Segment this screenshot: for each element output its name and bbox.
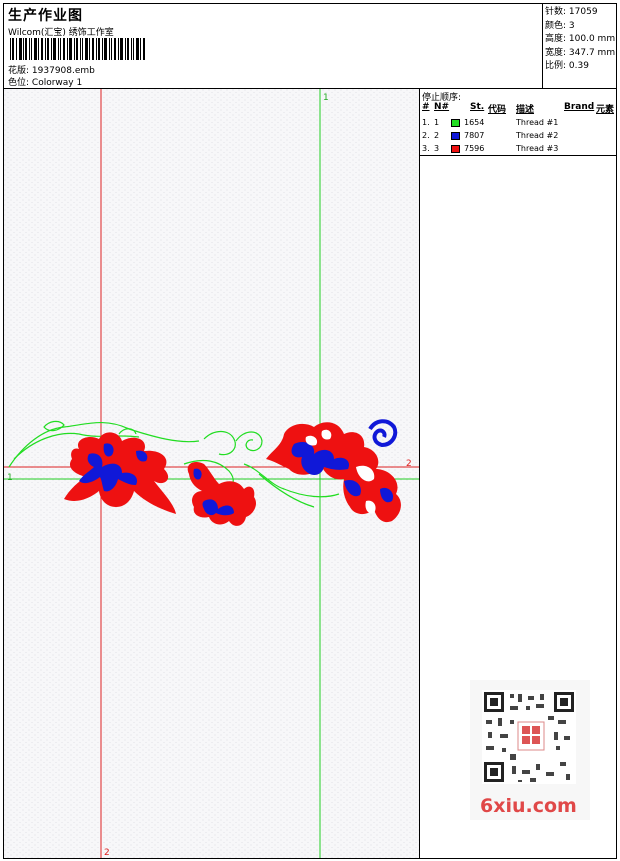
stat-colors: 颜色: 3 [545,20,575,31]
header-desc: 描述 [516,105,535,115]
barcode [10,38,145,60]
company-name: Wilcom(汇宝) 绣饰工作室 [8,28,114,38]
guide-label-top: 1 [323,93,329,103]
colorway-label: 色位: [8,78,30,88]
production-worksheet: 生产作业图 Wilcom(汇宝) 绣饰工作室 花版: 1937908.emb 色… [3,3,617,859]
header-st: St. [470,102,485,112]
design-canvas: 1 1 2 2 [4,89,419,858]
header-element: 元素 [596,105,615,115]
design-stats: 针数: 17059 颜色: 3 高度: 100.0 mm 宽度: 347.7 m… [545,6,615,74]
stop-sequence-panel: 停止顺序: # N# St. 代码 描述 Brand 元素 1. 1 1654 … [420,89,616,156]
thread-color-swatch [451,119,460,127]
canvas-right-border [419,89,420,858]
embroidery-preview: 1 1 2 2 [4,89,419,858]
thread-color-swatch [451,145,460,153]
thread-row: 3. 3 7596 Thread #3 [422,144,559,153]
thread-color-swatch [451,132,460,140]
guide-label-right: 2 [406,459,412,469]
qr-code [482,690,576,784]
guide-label-bottom: 2 [104,848,110,858]
thread-row: 1. 1 1654 Thread #1 [422,118,559,127]
header-num: N# [434,102,450,112]
colorway-name: Colorway 1 [31,78,83,88]
thread-row: 2. 2 7807 Thread #2 [422,131,559,140]
watermark-text: 6xiu.com [480,795,577,817]
stat-stitches: 针数: 17059 [545,7,598,17]
header-divider-vertical [542,4,543,88]
guide-label-left: 1 [7,473,13,483]
colorway-line: 色位: Colorway 1 [8,75,82,88]
header-brand: Brand [564,102,595,112]
header-code: 代码 [488,105,507,115]
page-title: 生产作业图 [8,8,83,24]
watermark: 6xiu.com [470,680,590,820]
stat-height: 高度: 100.0 mm [545,34,616,44]
stat-width: 宽度: 347.7 mm [545,47,616,58]
stat-scale: 比例: 0.39 [545,61,589,71]
header-stop: # [422,102,430,112]
